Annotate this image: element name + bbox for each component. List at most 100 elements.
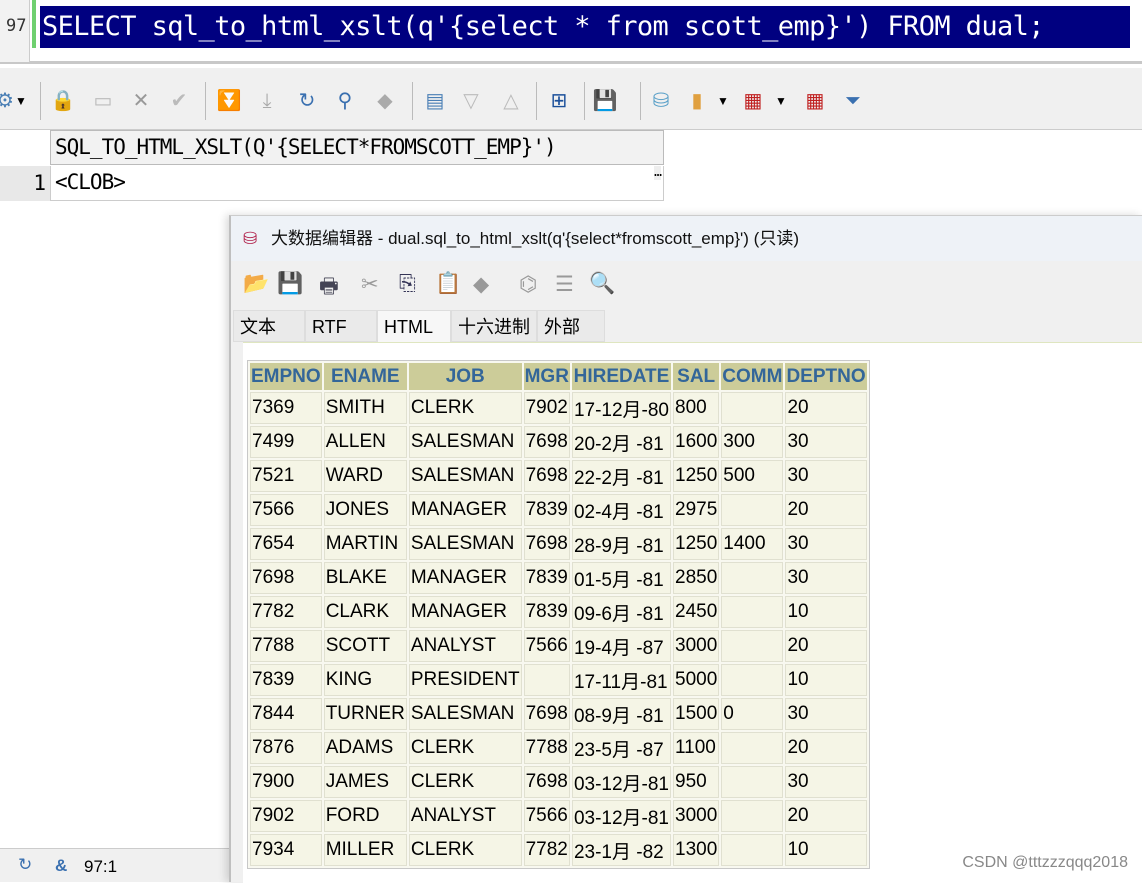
cell-ename: JAMES	[323, 766, 407, 798]
insert-row-icon[interactable]: ▭	[90, 88, 116, 114]
cell-comm	[721, 392, 784, 424]
status-bar: ↻ & 97:1	[0, 848, 232, 882]
cell-mgr: 7839	[523, 494, 570, 526]
cell-hiredate: 03-12月-81	[571, 800, 671, 832]
sort-desc-icon[interactable]: ▽	[458, 88, 484, 114]
dialog-title: 大数据编辑器 - dual.sql_to_html_xslt(q'{select…	[271, 229, 799, 248]
cell-ename: MARTIN	[323, 528, 407, 560]
search-icon[interactable]: 🔍	[589, 272, 615, 296]
cell-mgr: 7698	[523, 460, 570, 492]
cell-empno: 7369	[250, 392, 322, 424]
clob-cell[interactable]: <CLOB>…	[50, 166, 664, 201]
dropdown-icon[interactable]: ▼	[8, 88, 34, 114]
cell-deptno: 30	[785, 698, 867, 730]
sql-statement[interactable]: SELECT sql_to_html_xslt(q'{select * from…	[40, 6, 1130, 48]
wrap-icon[interactable]: ☰	[555, 272, 574, 297]
cell-job: MANAGER	[408, 494, 522, 526]
cell-mgr: 7698	[523, 766, 570, 798]
lock-icon[interactable]: 🔒	[50, 88, 76, 114]
fetch-all-icon[interactable]: ⤓	[254, 88, 280, 114]
print-icon[interactable]: 🖶	[319, 272, 339, 307]
dialog-toolbar: 📂 💾 🖶 ✂ ⎘ 📋 ◆ ⌬ ☰ 🔍	[231, 266, 1142, 308]
tab-external[interactable]: 外部	[537, 310, 605, 342]
dropdown-icon[interactable]: ▼	[710, 88, 736, 114]
table-row: 7499 ALLEN SALESMAN 7698 20-2月 -81 1600 300 30	[250, 426, 867, 458]
html-source-icon[interactable]: ⌬	[519, 272, 537, 297]
tree-icon[interactable]: ⊞	[546, 88, 572, 114]
cell-job: ANALYST	[408, 800, 522, 832]
sort-asc-icon[interactable]: △	[498, 88, 524, 114]
grid-copy-icon[interactable]: ▦	[802, 88, 828, 114]
cell-comm	[721, 494, 784, 526]
refresh-icon[interactable]: ↻	[294, 88, 320, 114]
cell-empno: 7782	[250, 596, 322, 628]
clear-icon[interactable]: ◆	[473, 272, 489, 297]
cell-mgr: 7698	[523, 698, 570, 730]
commit-icon[interactable]: ✔	[166, 88, 192, 114]
cell-mgr: 7902	[523, 392, 570, 424]
database-icon: ⛁	[243, 229, 258, 248]
refresh-status-icon[interactable]: ↻	[18, 855, 32, 875]
cell-comm	[721, 664, 784, 696]
cell-mgr: 7566	[523, 630, 570, 662]
cell-sal: 3000	[673, 800, 720, 832]
cell-hiredate: 22-2月 -81	[571, 460, 671, 492]
filter-icon[interactable]: ⏷	[840, 88, 866, 114]
cell-comm: 1400	[721, 528, 784, 560]
tab-rtf[interactable]: RTF	[305, 310, 377, 342]
detail-view-icon[interactable]: ▤	[422, 88, 448, 114]
row-number[interactable]: 1	[0, 166, 50, 201]
cell-ename: CLARK	[323, 596, 407, 628]
cell-mgr: 7839	[523, 596, 570, 628]
sql-editor[interactable]: 97 SELECT sql_to_html_xslt(q'{select * f…	[0, 0, 1142, 64]
clear-icon[interactable]: ◆	[372, 88, 398, 114]
tab-html[interactable]: HTML	[377, 310, 451, 342]
column-header-mgr: MGR	[523, 363, 570, 390]
cell-empno: 7698	[250, 562, 322, 594]
cell-hiredate: 19-4月 -87	[571, 630, 671, 662]
dialog-title-bar[interactable]: ⛁ 大数据编辑器 - dual.sql_to_html_xslt(q'{sele…	[231, 216, 1142, 261]
save-icon[interactable]: 💾	[592, 88, 618, 114]
cell-hiredate: 23-5月 -87	[571, 732, 671, 764]
ellipsis-button[interactable]: …	[654, 166, 662, 180]
cell-empno: 7654	[250, 528, 322, 560]
export-db-icon[interactable]: ⛁	[648, 88, 674, 114]
cell-empno: 7521	[250, 460, 322, 492]
open-icon[interactable]: 📂	[243, 272, 269, 296]
table-row: 7788 SCOTT ANALYST 7566 19-4月 -87 3000 20	[250, 630, 867, 662]
chart-icon[interactable]: ▮	[684, 88, 710, 114]
cell-empno: 7900	[250, 766, 322, 798]
tab-hex[interactable]: 十六进制	[451, 310, 537, 342]
grid-icon[interactable]: ▦	[740, 88, 766, 114]
tab-text[interactable]: 文本	[233, 310, 305, 342]
column-header[interactable]: SQL_TO_HTML_XSLT(Q'{SELECT*FROMSCOTT_EMP…	[50, 130, 664, 165]
delete-row-icon[interactable]: ✕	[128, 88, 154, 114]
cell-sal: 1250	[673, 528, 720, 560]
cell-sal: 2850	[673, 562, 720, 594]
cell-hiredate: 08-9月 -81	[571, 698, 671, 730]
table-row: 7654 MARTIN SALESMAN 7698 28-9月 -81 1250 1400 3…	[250, 528, 867, 560]
save-icon[interactable]: 💾	[277, 272, 303, 296]
find-icon[interactable]: ⚲	[332, 88, 358, 114]
cut-icon[interactable]: ✂	[361, 272, 379, 297]
cell-mgr: 7698	[523, 528, 570, 560]
cell-job: PRESIDENT	[408, 664, 522, 696]
cell-deptno: 30	[785, 426, 867, 458]
cell-comm: 500	[721, 460, 784, 492]
cell-sal: 1300	[673, 834, 720, 866]
copy-icon[interactable]: ⎘	[399, 272, 416, 296]
column-header-ename: ENAME	[323, 363, 407, 390]
cell-sal: 2975	[673, 494, 720, 526]
cell-deptno: 10	[785, 834, 867, 866]
cell-comm: 0	[721, 698, 784, 730]
html-preview: EMPNO ENAME JOB MGR HIREDATE SAL COMM DEPTNO 73…	[243, 342, 1142, 883]
cursor-position: 97:1	[84, 857, 118, 876]
dropdown-icon[interactable]: ▼	[768, 88, 794, 114]
paste-icon[interactable]: 📋	[435, 272, 461, 296]
cell-comm	[721, 766, 784, 798]
result-grid: SQL_TO_HTML_XSLT(Q'{SELECT*FROMSCOTT_EMP…	[0, 130, 664, 202]
cell-job: SALESMAN	[408, 426, 522, 458]
cell-comm	[721, 596, 784, 628]
cell-empno: 7934	[250, 834, 322, 866]
fetch-next-icon[interactable]: ⏬	[216, 88, 242, 114]
